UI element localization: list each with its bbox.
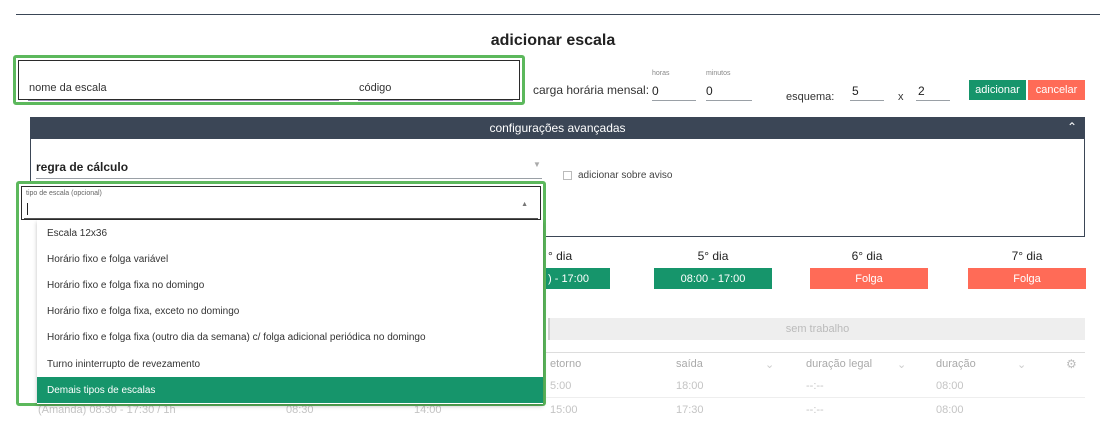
schedule-type-option[interactable]: Demais tipos de escalas — [37, 377, 543, 404]
row-2-legal-duration: --:-- — [806, 404, 824, 416]
row-2-duration: 08:00 — [936, 404, 964, 416]
sort-exit-icon[interactable]: ⌄ — [765, 358, 774, 371]
code-field-label: código — [359, 82, 392, 94]
notice-label: adicionar sobre aviso — [578, 170, 673, 181]
hours-label: horas — [652, 70, 670, 77]
row-2-exit: 17:30 — [676, 404, 704, 416]
calculation-rule-select[interactable] — [36, 178, 542, 179]
scheme-off-days-underline — [916, 100, 950, 101]
schedule-type-option[interactable]: Horário fixo e folga fixa, exceto no dom… — [37, 299, 543, 325]
schedule-type-options: Escala 12x36 Horário fixo e folga variáve… — [37, 220, 543, 404]
cancel-button[interactable]: cancelar — [1028, 80, 1085, 100]
row-2-return: 15:00 — [550, 404, 578, 416]
schedule-type-option[interactable]: Horário fixo e folga fixa (outro dia da … — [37, 325, 543, 351]
day-5-label: 5° dia — [697, 249, 729, 263]
name-code-highlight — [13, 55, 525, 105]
column-header-legal-duration[interactable]: duração legal — [806, 358, 872, 370]
chevron-up-icon[interactable]: ▲ — [521, 201, 528, 208]
scheme-work-days-input[interactable]: 5 — [852, 84, 859, 98]
chevron-up-icon: ⌃ — [1066, 120, 1077, 134]
day-7-shift[interactable]: Folga — [968, 268, 1086, 289]
day-6-label: 6° dia — [851, 249, 883, 263]
column-header-return[interactable]: etorno — [550, 358, 581, 370]
top-divider — [16, 14, 1100, 15]
schedule-type-option[interactable]: Turno ininterrupto de revezamento — [37, 351, 543, 377]
day-7-label: 7° dia — [1011, 249, 1043, 263]
notice-checkbox[interactable] — [563, 171, 572, 180]
schedule-type-option[interactable]: Horário fixo e folga fixa no domingo — [37, 272, 543, 298]
hours-underline — [652, 100, 696, 101]
day-6-shift[interactable]: Folga — [810, 268, 928, 289]
schedule-type-option[interactable]: Horário fixo e folga variável — [37, 246, 543, 272]
row-1-return: 5:00 — [550, 380, 572, 392]
calculation-rule-label: regra de cálculo — [36, 160, 129, 174]
column-header-exit[interactable]: saída — [676, 358, 703, 370]
schedule-type-input[interactable]: tipo de escala (opcional) ▲ — [21, 186, 541, 220]
column-header-duration[interactable]: duração — [936, 358, 976, 370]
add-button[interactable]: adicionar — [969, 80, 1026, 100]
schedule-type-label: tipo de escala (opcional) — [26, 190, 102, 197]
schedule-type-underline — [24, 218, 538, 219]
row-1-legal-duration: --:-- — [806, 380, 824, 392]
name-input[interactable] — [28, 100, 339, 101]
day-4-label: ° dia — [548, 249, 573, 263]
no-work-bar: sem trabalho — [550, 318, 1085, 340]
calculation-rule-arrow-icon[interactable]: ▼ — [533, 160, 541, 169]
code-input[interactable] — [358, 100, 513, 101]
day-5-shift[interactable]: 08:00 - 17:00 — [654, 268, 772, 289]
text-cursor — [27, 203, 28, 215]
scheme-work-days-underline — [850, 100, 884, 101]
scheme-label: esquema: — [786, 91, 835, 103]
scheme-off-days-input[interactable]: 2 — [918, 84, 925, 98]
advanced-settings-toggle[interactable]: configurações avançadas ⌃ — [30, 117, 1085, 139]
hours-input[interactable]: 0 — [652, 84, 659, 98]
monthly-hours-label: carga horária mensal: — [533, 83, 650, 97]
row-1-exit: 18:00 — [676, 380, 704, 392]
sort-legal-duration-icon[interactable]: ⌄ — [897, 358, 906, 371]
minutes-input[interactable]: 0 — [706, 84, 713, 98]
day-4-shift[interactable]: ) - 17:00 — [546, 268, 610, 289]
page-title: adicionar escala — [490, 32, 616, 49]
name-field-label: nome da escala — [29, 82, 107, 94]
advanced-settings-title: configurações avançadas — [489, 121, 626, 135]
sort-duration-icon[interactable]: ⌄ — [1017, 358, 1026, 371]
schedule-type-dropdown: tipo de escala (opcional) ▲ Escala 12x36… — [16, 181, 546, 406]
row-1-duration: 08:00 — [936, 380, 964, 392]
minutes-underline — [706, 100, 752, 101]
schedule-type-option[interactable]: Escala 12x36 — [37, 220, 543, 246]
gear-icon[interactable]: ⚙ — [1066, 357, 1077, 371]
scheme-x-label: x — [898, 91, 904, 103]
minutes-label: minutos — [706, 70, 731, 77]
